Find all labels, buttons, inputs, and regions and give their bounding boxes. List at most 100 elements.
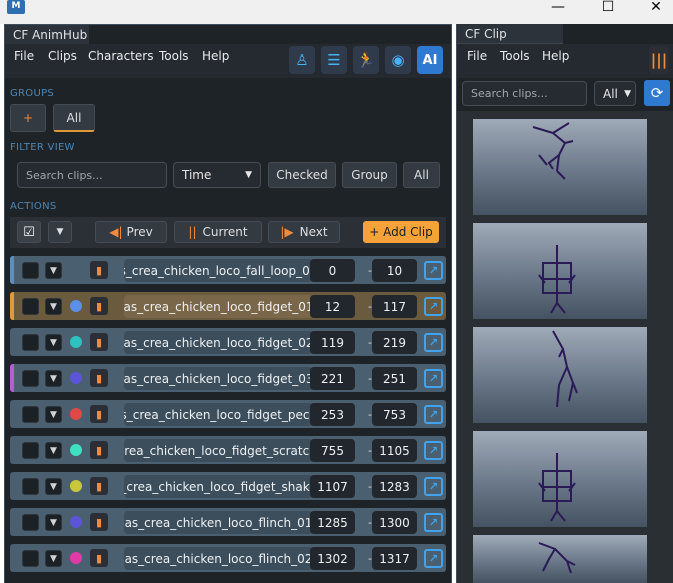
- character-rig-icon[interactable]: ♙: [289, 46, 315, 74]
- open-external-icon[interactable]: ↗: [424, 261, 443, 280]
- close-button[interactable]: ✕: [641, 0, 671, 18]
- list-icon[interactable]: ☰: [321, 46, 347, 74]
- open-external-icon[interactable]: ↗: [424, 297, 443, 316]
- clip-color-dot[interactable]: [70, 444, 82, 456]
- filter-all-button[interactable]: All: [403, 162, 440, 188]
- bookmark-icon[interactable]: ▮: [90, 513, 108, 531]
- refresh-icon[interactable]: ⟳: [644, 80, 670, 106]
- current-button[interactable]: || Current: [174, 221, 262, 243]
- clip-name[interactable]: as_crea_chicken_loco_flinch_01: [124, 511, 313, 534]
- clip-end-frame[interactable]: 1317: [372, 547, 417, 570]
- open-external-icon[interactable]: ↗: [424, 513, 443, 532]
- clip-dropdown-button[interactable]: ▼: [45, 406, 62, 423]
- eye-icon[interactable]: ◉: [385, 46, 411, 74]
- maximize-button[interactable]: ☐: [593, 0, 623, 18]
- clip-end-frame[interactable]: 219: [372, 331, 417, 354]
- clip-start-frame[interactable]: 1285: [310, 511, 355, 534]
- clip-name[interactable]: as_crea_chicken_loco_fidget_02: [124, 331, 313, 354]
- clip-thumbnail[interactable]: [473, 119, 647, 215]
- previewer-search-input[interactable]: Search clips...: [462, 81, 587, 106]
- clip-start-frame[interactable]: 1107: [310, 475, 355, 498]
- bookmark-icon[interactable]: ▮: [90, 261, 108, 279]
- minimize-button[interactable]: —: [543, 0, 573, 18]
- clip-dropdown-button[interactable]: ▼: [45, 298, 62, 315]
- clip-end-frame[interactable]: 1105: [372, 439, 417, 462]
- select-all-checkbox[interactable]: ☑: [17, 221, 41, 243]
- clip-start-frame[interactable]: 755: [310, 439, 355, 462]
- clip-checkbox[interactable]: [22, 478, 39, 495]
- menu-clips[interactable]: Clips: [48, 49, 77, 63]
- add-clip-button[interactable]: + Add Clip: [363, 221, 439, 243]
- clip-color-dot[interactable]: [70, 552, 82, 564]
- filter-checked-button[interactable]: Checked: [268, 162, 336, 188]
- clip-row[interactable]: ▼ ▮ as_crea_chicken_loco_flinch_02 1302-131…: [10, 544, 446, 572]
- clip-checkbox[interactable]: [22, 370, 39, 387]
- open-external-icon[interactable]: ↗: [424, 549, 443, 568]
- clip-row[interactable]: ▼ ▮ as_crea_chicken_loco_fidget_03 221-251 ↗: [10, 364, 446, 392]
- next-button[interactable]: |▶ Next: [268, 221, 340, 243]
- previewer-menu-tools[interactable]: Tools: [500, 49, 530, 63]
- open-external-icon[interactable]: ↗: [424, 369, 443, 388]
- clip-end-frame[interactable]: 10: [372, 259, 417, 282]
- clip-row[interactable]: ▼ ▮ s_crea_chicken_loco_fidget_peck 253-753…: [10, 400, 446, 428]
- clip-name[interactable]: s_crea_chicken_loco_fidget_peck: [124, 403, 313, 426]
- menu-help[interactable]: Help: [202, 49, 229, 63]
- clip-name[interactable]: s_crea_chicken_loco_fall_loop_01: [124, 259, 313, 282]
- clip-dropdown-button[interactable]: ▼: [45, 262, 62, 279]
- clip-row[interactable]: ▼ ▮ s_crea_chicken_loco_fall_loop_01 0-10 ↗: [10, 256, 446, 284]
- clip-thumbnail[interactable]: [473, 223, 647, 319]
- sort-select[interactable]: Time ▼: [173, 162, 261, 188]
- previewer-menu-file[interactable]: File: [467, 49, 487, 63]
- clip-row[interactable]: ▼ ▮ as_crea_chicken_loco_flinch_01 1285-130…: [10, 508, 446, 536]
- filter-group-button[interactable]: Group: [342, 162, 397, 188]
- open-external-icon[interactable]: ↗: [424, 441, 443, 460]
- clip-name[interactable]: as_crea_chicken_loco_fidget_01: [124, 295, 313, 318]
- clip-end-frame[interactable]: 1300: [372, 511, 417, 534]
- clip-dropdown-button[interactable]: ▼: [45, 370, 62, 387]
- open-external-icon[interactable]: ↗: [424, 333, 443, 352]
- open-external-icon[interactable]: ↗: [424, 477, 443, 496]
- clip-thumbnail[interactable]: [473, 535, 647, 583]
- bookmark-icon[interactable]: ▮: [90, 441, 108, 459]
- clip-checkbox[interactable]: [22, 406, 39, 423]
- actions-dropdown-button[interactable]: ▼: [48, 221, 72, 243]
- previewer-filter-select[interactable]: All ▼: [594, 81, 636, 106]
- clip-color-dot[interactable]: [70, 480, 82, 492]
- clip-checkbox[interactable]: [22, 550, 39, 567]
- clip-end-frame[interactable]: 1283: [372, 475, 417, 498]
- clip-name[interactable]: :rea_chicken_loco_fidget_scratch: [124, 439, 313, 462]
- clip-row[interactable]: ▼ ▮ as_crea_chicken_loco_fidget_01 12-117 ↗: [10, 292, 446, 320]
- clip-color-dot[interactable]: [70, 408, 82, 420]
- clip-end-frame[interactable]: 753: [372, 403, 417, 426]
- clip-thumbnail[interactable]: [473, 431, 647, 527]
- clip-end-frame[interactable]: 117: [372, 295, 417, 318]
- clip-thumbnail[interactable]: [473, 327, 647, 423]
- clip-dropdown-button[interactable]: ▼: [45, 478, 62, 495]
- clip-name[interactable]: _crea_chicken_loco_fidget_shake: [124, 475, 313, 498]
- menu-file[interactable]: File: [14, 49, 34, 63]
- clip-dropdown-button[interactable]: ▼: [45, 514, 62, 531]
- clip-checkbox[interactable]: [22, 442, 39, 459]
- running-figure-icon[interactable]: 🏃: [353, 46, 379, 74]
- clip-row[interactable]: ▼ ▮ as_crea_chicken_loco_fidget_02 119-219 ↗: [10, 328, 446, 356]
- clip-name[interactable]: as_crea_chicken_loco_flinch_02: [124, 547, 313, 570]
- bookmark-icon[interactable]: ▮: [90, 477, 108, 495]
- menu-tools[interactable]: Tools: [159, 49, 189, 63]
- clip-end-frame[interactable]: 251: [372, 367, 417, 390]
- clip-start-frame[interactable]: 221: [310, 367, 355, 390]
- clip-checkbox[interactable]: [22, 334, 39, 351]
- clip-dropdown-button[interactable]: ▼: [45, 334, 62, 351]
- clip-dropdown-button[interactable]: ▼: [45, 442, 62, 459]
- clip-checkbox[interactable]: [22, 262, 39, 279]
- bookmark-icon[interactable]: ▮: [90, 333, 108, 351]
- prev-button[interactable]: ◀| Prev: [95, 221, 167, 243]
- bookmark-icon[interactable]: ▮: [90, 549, 108, 567]
- group-tab-all[interactable]: All: [53, 104, 95, 132]
- clip-color-dot[interactable]: [70, 516, 82, 528]
- clip-start-frame[interactable]: 1302: [310, 547, 355, 570]
- open-external-icon[interactable]: ↗: [424, 405, 443, 424]
- previewer-menu-help[interactable]: Help: [542, 49, 569, 63]
- clip-search-input[interactable]: Search clips...: [17, 162, 167, 188]
- menu-characters[interactable]: Characters: [88, 49, 154, 63]
- add-group-button[interactable]: +: [10, 104, 46, 132]
